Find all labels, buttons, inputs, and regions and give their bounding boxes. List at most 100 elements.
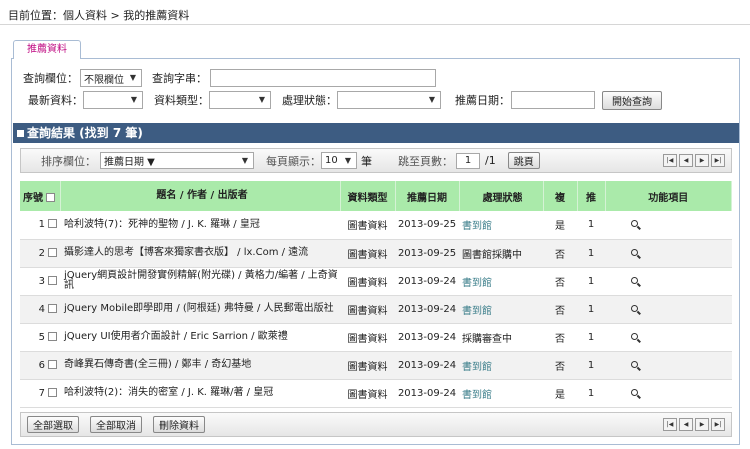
status-text[interactable]: 書到館	[462, 362, 492, 373]
functions-cell	[605, 351, 732, 380]
per-page-select[interactable]: 10 ▼	[321, 152, 357, 169]
type-cell: 圖書資料	[340, 211, 395, 240]
status-text[interactable]: 書到館	[462, 221, 492, 232]
status-select[interactable]: ▼	[337, 91, 441, 109]
date-input[interactable]	[511, 91, 595, 109]
date-cell: 2013-09-24	[395, 351, 459, 380]
col-no-label: 序號	[23, 192, 43, 204]
functions-cell	[605, 211, 732, 240]
sort-select-value: 推薦日期 ▼	[104, 157, 155, 168]
result-title-bar: 查詢結果 (找到 7 筆)	[13, 123, 739, 143]
table-row: 5 jQuery UI使用者介面設計 / Eric Sarrion / 歐萊禮 圖書…	[20, 323, 732, 352]
recommend-count-cell: 1	[577, 267, 605, 296]
magnifier-icon[interactable]	[631, 360, 638, 368]
newest-select[interactable]: ▼	[83, 91, 143, 109]
row-checkbox[interactable]	[48, 359, 57, 369]
col-title: 題名 / 作者 / 出版者	[60, 181, 341, 211]
copy-cell: 是	[543, 379, 577, 408]
search-button[interactable]: 開始查詢	[602, 90, 662, 110]
breadcrumb: 目前位置：個人資料 > 我的推薦資料	[8, 9, 190, 22]
magnifier-icon[interactable]	[631, 304, 638, 312]
row-number-cell: 4	[20, 295, 60, 324]
copy-cell: 否	[543, 351, 577, 380]
date-cell: 2013-09-24	[395, 295, 459, 324]
first-page-icon[interactable]: |◀	[663, 154, 677, 167]
recommend-count-cell: 1	[577, 211, 605, 240]
delete-button[interactable]: 刪除資料	[153, 416, 205, 433]
status-text[interactable]: 書到館	[462, 278, 492, 289]
type-cell: 圖書資料	[340, 323, 395, 352]
jump-button[interactable]: 跳頁	[507, 152, 540, 169]
type-select[interactable]: ▼	[209, 91, 271, 109]
date-cell: 2013-09-24	[395, 379, 459, 408]
magnifier-icon[interactable]	[631, 248, 638, 256]
sort-select[interactable]: 推薦日期 ▼ ▼	[100, 152, 254, 169]
status-cell: 書到館	[459, 295, 543, 324]
list-toolbar: 排序欄位： 推薦日期 ▼ ▼ 每頁顯示： 10 ▼ 筆 跳至頁數： 1 /1 跳…	[20, 148, 732, 173]
recommend-count-cell: 1	[577, 239, 605, 268]
row-number: 2	[38, 247, 45, 259]
pager-top: |◀ ◀ ▶ ▶|	[663, 154, 725, 167]
select-all-checkbox[interactable]	[46, 192, 55, 202]
row-number-cell: 1	[20, 211, 60, 240]
col-functions: 功能項目	[605, 181, 732, 211]
status-label: 處理狀態：	[282, 94, 337, 107]
tab-recommend[interactable]: 推薦資料	[13, 40, 81, 59]
functions-cell	[605, 267, 732, 296]
status-text: 圖書館採購中	[462, 249, 522, 261]
status-cell: 圖書館採購中	[459, 239, 543, 268]
title-cell: 哈利波特(7)：死神的聖物 / J. K. 羅琳 / 皇冠	[60, 211, 340, 240]
page-input[interactable]: 1	[456, 152, 480, 169]
chevron-down-icon: ▼	[241, 156, 248, 165]
per-page-label: 每頁顯示：	[266, 154, 321, 168]
magnifier-icon[interactable]	[631, 332, 638, 340]
field-select[interactable]: 不限欄位 ▼	[80, 69, 142, 87]
row-number: 7	[38, 387, 45, 399]
row-checkbox[interactable]	[48, 219, 57, 229]
row-number-cell: 3	[20, 267, 60, 296]
date-cell: 2013-09-24	[395, 323, 459, 352]
result-count-title: 查詢結果 (找到 7 筆)	[27, 126, 143, 140]
row-checkbox[interactable]	[48, 275, 57, 285]
newest-label: 最新資料：	[28, 94, 83, 107]
collapse-icon[interactable]	[17, 130, 24, 137]
col-recommend: 推	[577, 181, 606, 211]
type-label: 資料類型：	[154, 94, 209, 107]
row-number: 5	[38, 331, 45, 343]
last-page-icon[interactable]: ▶|	[711, 418, 725, 431]
magnifier-icon[interactable]	[631, 388, 638, 396]
recommend-count-cell: 1	[577, 351, 605, 380]
field-select-value: 不限欄位	[84, 74, 124, 86]
search-form: 查詢欄位： 不限欄位 ▼ 查詢字串： 最新資料： ▼ 資料類型： ▼ 處理狀態：…	[11, 59, 740, 119]
select-all-button[interactable]: 全部選取	[27, 416, 79, 433]
magnifier-icon[interactable]	[631, 276, 638, 284]
row-checkbox[interactable]	[48, 331, 57, 341]
col-status: 處理狀態	[459, 181, 544, 211]
per-page-value: 10	[325, 155, 338, 166]
table-header-row: 序號 題名 / 作者 / 出版者 資料類型 推薦日期 處理狀態 複 推 功能項目	[20, 181, 732, 211]
date-cell: 2013-09-24	[395, 267, 459, 296]
query-input[interactable]	[210, 69, 436, 87]
row-checkbox[interactable]	[48, 247, 57, 257]
last-page-icon[interactable]: ▶|	[711, 154, 725, 167]
query-label: 查詢字串：	[152, 72, 207, 85]
magnifier-icon[interactable]	[631, 220, 638, 228]
row-checkbox[interactable]	[48, 387, 57, 397]
status-text[interactable]: 書到館	[462, 306, 492, 317]
row-checkbox[interactable]	[48, 303, 57, 313]
next-page-icon[interactable]: ▶	[695, 154, 709, 167]
prev-page-icon[interactable]: ◀	[679, 418, 693, 431]
table-row: 7 哈利波特(2)：消失的密室 / J. K. 羅琳/著 / 皇冠 圖書資料 2013…	[20, 379, 732, 408]
prev-page-icon[interactable]: ◀	[679, 154, 693, 167]
col-type: 資料類型	[340, 181, 396, 211]
recommend-count-cell: 1	[577, 379, 605, 408]
date-cell: 2013-09-25	[395, 211, 459, 240]
deselect-all-button[interactable]: 全部取消	[90, 416, 142, 433]
results-table: 序號 題名 / 作者 / 出版者 資料類型 推薦日期 處理狀態 複 推 功能項目…	[20, 181, 732, 408]
row-number-cell: 2	[20, 239, 60, 268]
col-date: 推薦日期	[395, 181, 460, 211]
next-page-icon[interactable]: ▶	[695, 418, 709, 431]
status-text[interactable]: 書到館	[462, 390, 492, 401]
functions-cell	[605, 379, 732, 408]
first-page-icon[interactable]: |◀	[663, 418, 677, 431]
